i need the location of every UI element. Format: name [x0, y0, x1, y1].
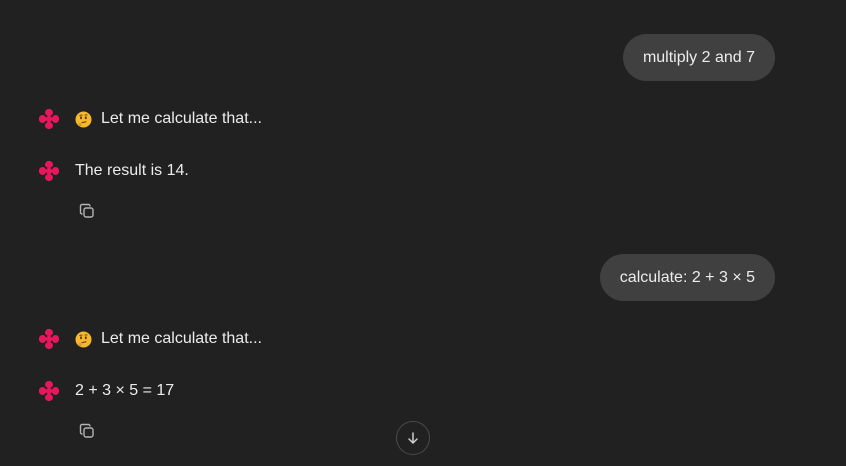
user-message: calculate: 2 + 3 × 5: [599, 254, 775, 301]
user-message: multiply 2 and 7: [622, 34, 775, 81]
scroll-to-bottom-button[interactable]: [396, 421, 430, 455]
assistant-avatar-icon: [38, 328, 60, 350]
chat-thread: multiply 2 and 7 Let me calculate that..…: [0, 0, 846, 466]
copy-icon: [79, 423, 94, 438]
user-message-text: calculate: 2 + 3 × 5: [619, 268, 755, 286]
assistant-message-text: Let me calculate that...: [101, 110, 262, 127]
assistant-avatar-icon: [38, 380, 60, 402]
assistant-message-text: 2 + 3 × 5 = 17: [75, 382, 175, 399]
user-message-text: multiply 2 and 7: [642, 48, 755, 66]
assistant-avatar-icon: [38, 108, 60, 130]
assistant-avatar-icon: [38, 160, 60, 182]
assistant-message: 2 + 3 × 5 = 17: [38, 379, 174, 403]
copy-icon: [79, 203, 94, 218]
assistant-message-text: Let me calculate that...: [101, 330, 262, 347]
thinking-face-emoji-icon: [75, 111, 92, 128]
assistant-message-text: The result is 14.: [75, 162, 189, 179]
assistant-message: Let me calculate that...: [38, 107, 262, 131]
assistant-message: Let me calculate that...: [38, 327, 262, 351]
assistant-message: The result is 14.: [38, 159, 189, 183]
copy-button[interactable]: [78, 202, 96, 220]
thinking-face-emoji-icon: [75, 331, 92, 348]
copy-button[interactable]: [78, 422, 96, 440]
arrow-down-icon: [408, 432, 418, 444]
